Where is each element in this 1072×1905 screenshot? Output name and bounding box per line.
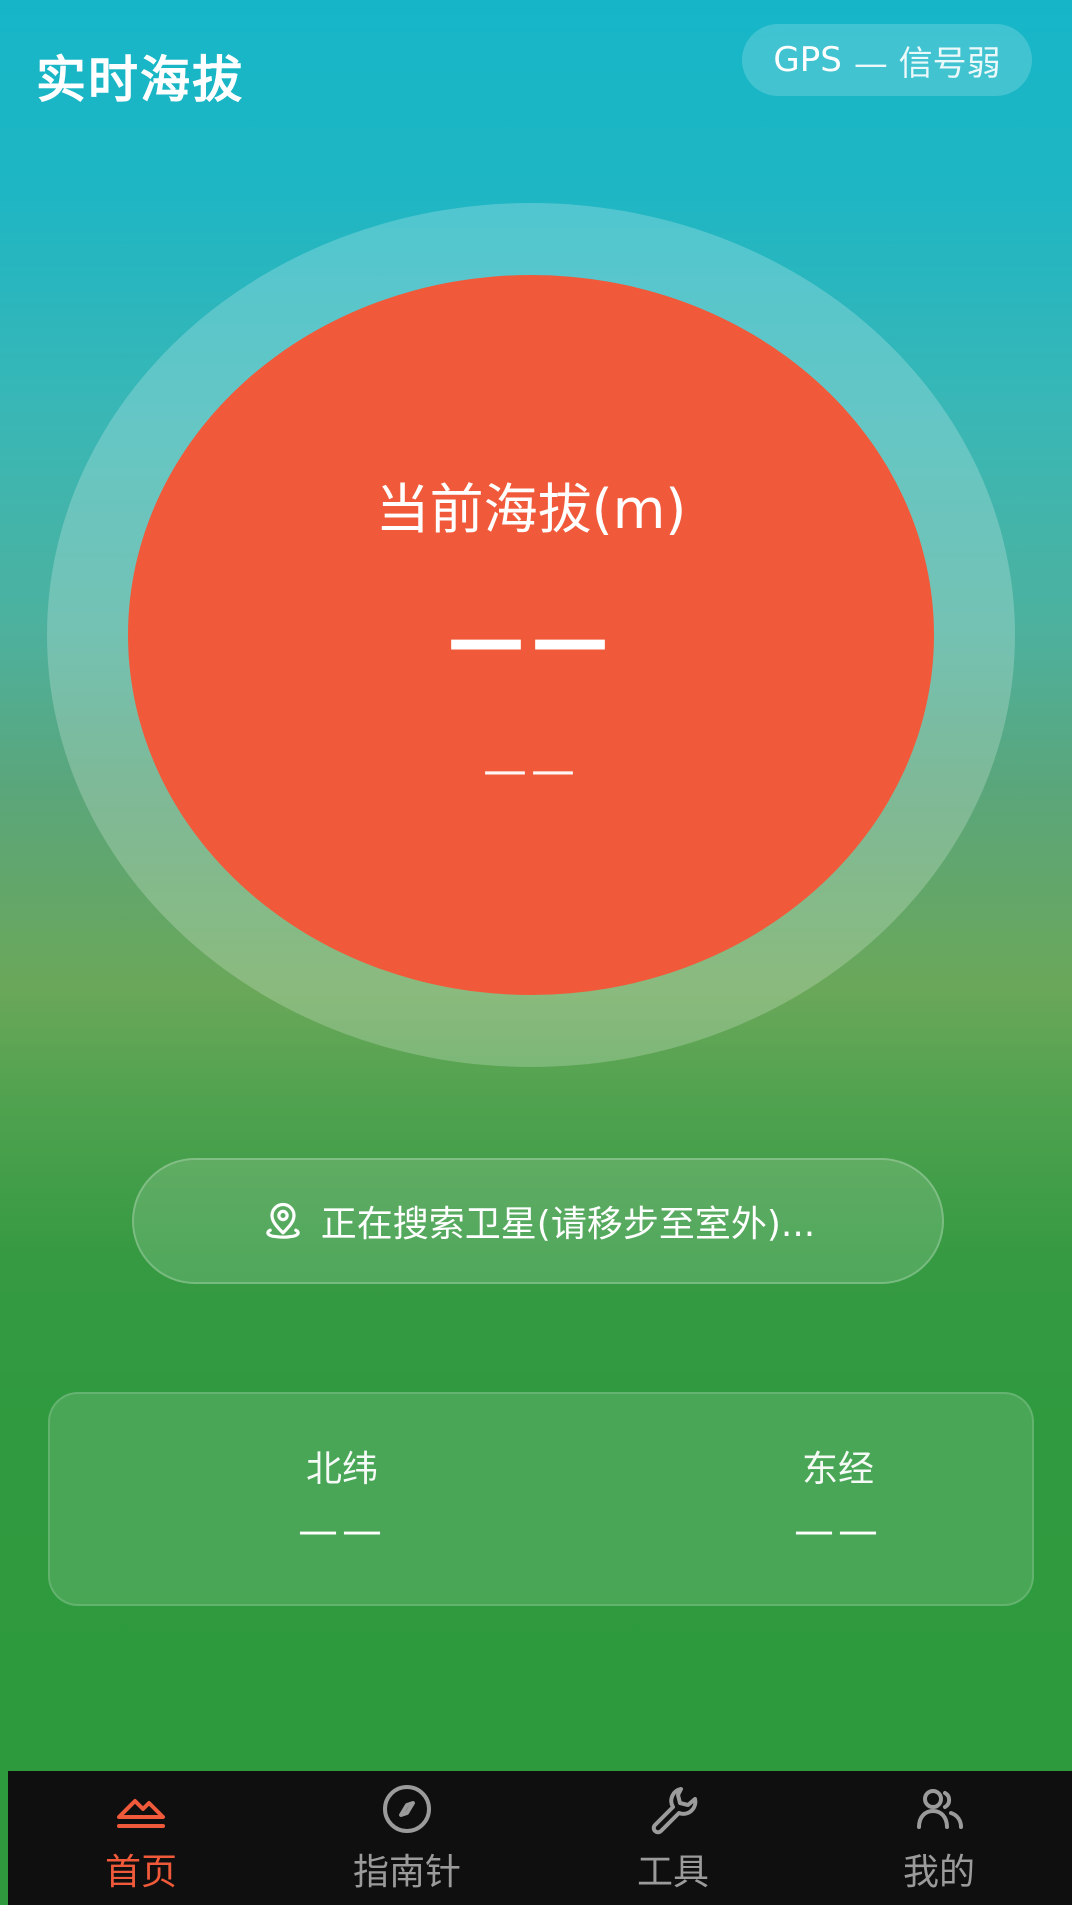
nav-label-profile: 我的 (902, 1852, 975, 1893)
gps-label: GPS (773, 40, 842, 80)
nav-item-compass[interactable]: 指南针 (307, 1771, 507, 1905)
gps-status-pill[interactable]: GPS — 信号弱 (742, 24, 1032, 96)
wrench-icon (645, 1781, 701, 1837)
nav-label-home: 首页 (104, 1852, 177, 1893)
bottom-navigation: 首页 指南针 工具 我的 (8, 1771, 1072, 1905)
nav-label-compass: 指南针 (352, 1852, 461, 1893)
altitude-value: —— (447, 595, 615, 685)
altitude-label: 当前海拔(m) (375, 478, 687, 541)
latitude-value: —— (298, 1508, 386, 1554)
users-icon (911, 1781, 967, 1837)
longitude-value: —— (794, 1508, 882, 1554)
location-pin-icon (261, 1199, 305, 1243)
page-title: 实时海拔 (36, 51, 244, 109)
compass-icon (379, 1781, 435, 1837)
nav-item-profile[interactable]: 我的 (839, 1771, 1039, 1905)
nav-label-tools: 工具 (636, 1852, 709, 1893)
altitude-sub-value: —— (483, 745, 579, 796)
status-text: 正在搜索卫星(请移步至室外)... (320, 1204, 816, 1245)
nav-item-tools[interactable]: 工具 (573, 1771, 773, 1905)
coordinates-card: 北纬 —— 东经 —— (48, 1392, 1034, 1606)
nav-item-home[interactable]: 首页 (41, 1771, 241, 1905)
latitude-label: 北纬 (305, 1449, 378, 1490)
gps-value: — 信号弱 (853, 43, 1001, 84)
altitude-circle: 当前海拔(m) —— —— (128, 275, 934, 995)
satellite-search-status: 正在搜索卫星(请移步至室外)... (132, 1158, 944, 1284)
longitude-label: 东经 (801, 1449, 874, 1490)
mountain-icon (113, 1781, 169, 1837)
